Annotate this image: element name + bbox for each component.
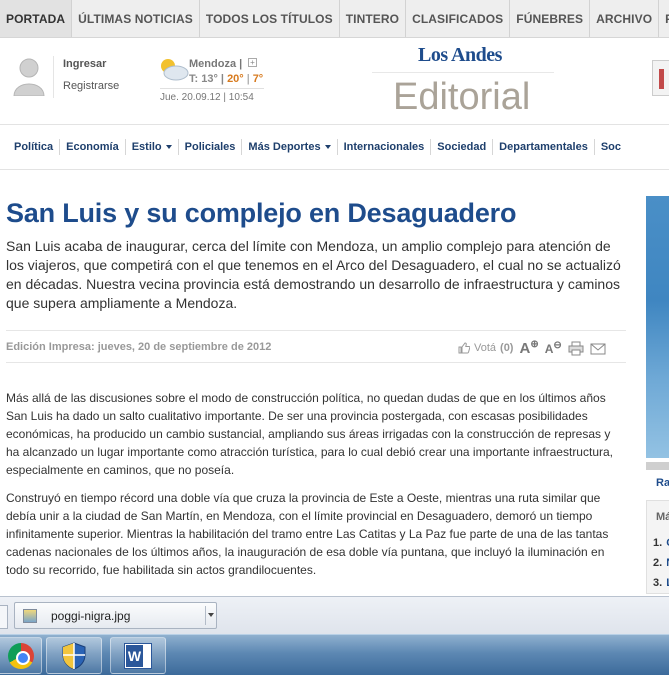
section-nav-estilo[interactable]: Estilo <box>126 139 179 155</box>
sidebar-ad-image[interactable] <box>646 196 669 458</box>
browser-viewport: PORTADA ÚLTIMAS NOTICIAS TODOS LOS TÍTUL… <box>0 0 669 675</box>
email-icon[interactable] <box>590 341 606 356</box>
sidebar-most-read-box: Má 1.C 2.N 3.L <box>646 500 669 594</box>
dropdown-caret-icon <box>324 145 331 150</box>
font-decrease-button[interactable]: A⊖ <box>545 340 562 356</box>
sidebar-tab-ranking[interactable]: Ra <box>656 477 669 489</box>
shield-icon <box>62 641 86 670</box>
login-link[interactable]: Ingresar <box>63 58 106 70</box>
edition-date: Edición Impresa: jueves, 20 de septiembr… <box>6 341 272 353</box>
thumbs-up-icon <box>458 342 470 354</box>
article-lead: San Luis acaba de inaugurar, cerca del l… <box>6 238 621 311</box>
rank-number: 1. <box>653 537 663 549</box>
section-nav-label: Economía <box>66 141 119 153</box>
section-nav-label: Sociedad <box>437 141 487 153</box>
windows-taskbar <box>0 634 669 675</box>
top-nav-participa[interactable]: PARTICIPÁ <box>659 0 669 37</box>
section-nav-label: Policiales <box>184 141 236 153</box>
temp-low: 7° <box>252 73 264 85</box>
sidebar-box-header: Má <box>656 511 669 523</box>
taskbar-chrome-button[interactable] <box>0 637 42 674</box>
sidebar-divider <box>646 462 669 470</box>
article-paragraph: Más allá de las discusiones sobre el mod… <box>6 391 613 477</box>
download-filename: poggi-nigra.jpg <box>51 609 131 623</box>
article-tools: Votá (0) A⊕ A⊖ <box>458 337 606 359</box>
section-nav-label: Soc <box>600 141 622 153</box>
downloads-bar: poggi-nigra.jpg <box>0 596 669 634</box>
temp-separator: | <box>246 73 250 85</box>
meta-divider-bottom <box>6 362 626 363</box>
section-nav-label: Internacionales <box>343 141 425 153</box>
top-nav: PORTADA ÚLTIMAS NOTICIAS TODOS LOS TÍTUL… <box>0 0 669 38</box>
site-logo[interactable]: Los Andes <box>418 44 502 67</box>
section-nav-label: Departamentales <box>499 141 588 153</box>
section-nav-policiales[interactable]: Policiales <box>179 139 243 155</box>
weather-temps: T: 13° | 20° | 7° <box>189 73 263 85</box>
header-promo-thumbnail[interactable] <box>652 60 669 96</box>
ranked-item[interactable]: 2.N <box>653 557 669 569</box>
article-title: San Luis y su complejo en Desaguadero <box>6 198 517 228</box>
dropdown-caret-icon <box>165 145 172 150</box>
chrome-icon <box>8 642 34 669</box>
meta-divider-top <box>6 330 626 331</box>
site-header: Ingresar Registrarse Mendoza | + T: 13° … <box>0 38 669 124</box>
temp-high: 20° <box>227 73 244 85</box>
section-nav-internacionales[interactable]: Internacionales <box>338 139 432 155</box>
top-nav-clasificados[interactable]: CLASIFICADOS <box>406 0 511 37</box>
section-nav-politica[interactable]: Política <box>8 139 61 155</box>
top-nav-todos-los-titulos[interactable]: TODOS LOS TÍTULOS <box>200 0 340 37</box>
top-nav-ultimas-noticias[interactable]: ÚLTIMAS NOTICIAS <box>72 0 200 37</box>
section-nav-label: Más Deportes <box>248 141 321 153</box>
weather-city[interactable]: Mendoza | <box>189 58 242 70</box>
top-nav-tintero[interactable]: TINTERO <box>340 0 407 37</box>
vote-button[interactable]: Votá (0) <box>458 342 513 354</box>
image-file-icon <box>23 609 37 623</box>
ranked-item[interactable]: 3.L <box>653 577 669 589</box>
font-increase-button[interactable]: A⊕ <box>519 339 538 357</box>
top-nav-funebres[interactable]: FÚNEBRES <box>510 0 591 37</box>
taskbar-word-button[interactable] <box>110 637 166 674</box>
article-body: Más allá de las discusiones sobre el mod… <box>6 389 626 589</box>
section-nav-mas-deportes[interactable]: Más Deportes <box>242 139 338 155</box>
section-nav-economia[interactable]: Economía <box>60 139 126 155</box>
section-nav-departamentales[interactable]: Departamentales <box>493 139 595 155</box>
city-add-icon[interactable]: + <box>248 58 257 67</box>
vote-count: (0) <box>500 342 514 354</box>
download-item[interactable]: poggi-nigra.jpg <box>14 602 217 629</box>
top-nav-archivo[interactable]: ARCHIVO <box>590 0 660 37</box>
date-divider <box>160 88 264 89</box>
section-nav-soc[interactable]: Soc <box>595 139 627 155</box>
rank-number: 3. <box>653 577 663 589</box>
temp-current: T: 13° | <box>189 73 224 85</box>
partly-cloudy-icon <box>161 59 189 81</box>
logo-divider <box>372 72 554 73</box>
section-title: Editorial <box>393 76 531 118</box>
section-nav-sociedad[interactable]: Sociedad <box>431 139 494 155</box>
font-increase-label: A <box>519 340 531 357</box>
vote-label: Votá <box>474 342 497 354</box>
section-nav-label: Política <box>14 141 54 153</box>
ranked-item[interactable]: 1.C <box>653 537 669 549</box>
download-item-divider <box>205 606 206 625</box>
user-divider <box>53 56 54 98</box>
user-avatar-icon[interactable] <box>12 56 46 96</box>
top-nav-portada[interactable]: PORTADA <box>0 0 73 37</box>
current-date: Jue. 20.09.12 | 10:54 <box>160 92 254 103</box>
rank-number: 2. <box>653 557 663 569</box>
word-icon <box>124 642 152 669</box>
section-nav-label: Estilo <box>131 141 162 153</box>
print-icon[interactable] <box>568 341 584 356</box>
article-paragraph: Construyó en tiempo récord una doble vía… <box>6 491 609 577</box>
section-nav: Política Economía Estilo Policiales Más … <box>0 124 669 170</box>
taskbar-security-button[interactable] <box>46 637 102 674</box>
downloads-scroll-left[interactable] <box>0 605 8 629</box>
download-menu-caret-icon[interactable] <box>208 613 214 617</box>
register-link[interactable]: Registrarse <box>63 80 119 92</box>
